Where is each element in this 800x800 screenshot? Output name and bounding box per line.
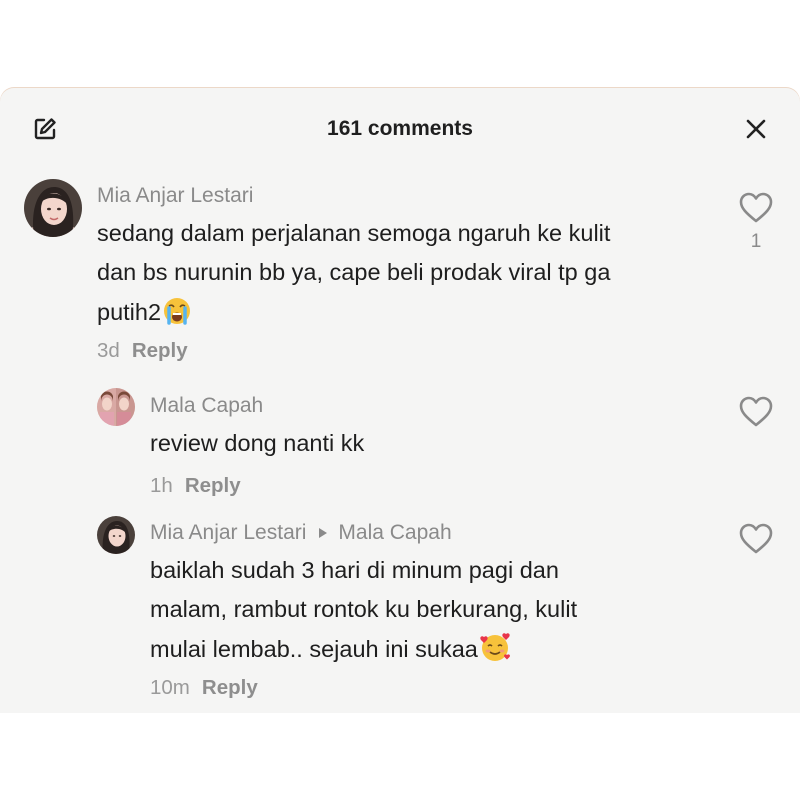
comments-count-title: 161 comments — [327, 117, 473, 140]
comment-meta: 1h Reply — [150, 473, 241, 499]
comment-text-line: sedang dalam perjalanan semoga ngaruh ke… — [97, 220, 611, 246]
comment-author[interactable]: Mala Capah — [150, 393, 263, 419]
comment-time: 10m — [150, 676, 190, 699]
comment-text-line: malam, rambut rontok ku berkurang, kulit — [150, 596, 578, 622]
reply-to-name[interactable]: Mala Capah — [338, 520, 451, 546]
comment-author-name[interactable]: Mia Anjar Lestari — [150, 520, 306, 546]
close-icon[interactable] — [741, 114, 771, 144]
like-count: 1 — [750, 231, 762, 252]
reply-button[interactable]: Reply — [202, 676, 258, 699]
avatar[interactable] — [97, 388, 135, 426]
comments-panel: 161 comments Mia Anjar Lestari sedang da… — [0, 88, 800, 713]
heart-icon[interactable] — [738, 191, 774, 225]
smiling-face-with-hearts-icon — [479, 631, 511, 674]
comment-text-line: baiklah sudah 3 hari di minum pagi dan — [150, 557, 559, 583]
avatar[interactable] — [97, 516, 135, 554]
comment-meta: 10m Reply — [150, 675, 258, 701]
comment-author[interactable]: Mia Anjar Lestari — [97, 183, 253, 209]
heart-icon[interactable] — [738, 395, 774, 429]
avatar[interactable] — [24, 179, 82, 237]
comment-time: 1h — [150, 474, 173, 497]
comment-text-line: review dong nanti kk — [150, 430, 365, 456]
comment-author: Mia Anjar Lestari Mala Capah — [150, 520, 452, 546]
loudly-crying-face-icon — [162, 296, 192, 337]
comment-text-line: dan bs nurunin bb ya, cape beli prodak v… — [97, 259, 611, 285]
comment-meta: 3d Reply — [97, 338, 188, 364]
reply-arrow-icon — [318, 520, 328, 546]
comment-text-line: mulai lembab.. sejauh ini sukaa — [150, 630, 511, 674]
reply-button[interactable]: Reply — [185, 474, 241, 497]
comment-text-segment: putih2 — [97, 299, 162, 325]
comment-time: 3d — [97, 339, 120, 362]
heart-icon[interactable] — [738, 522, 774, 556]
reply-button[interactable]: Reply — [132, 339, 188, 362]
comment-text-segment: mulai lembab.. sejauh ini sukaa — [150, 636, 478, 662]
comment-text-line: putih2 — [97, 293, 192, 337]
